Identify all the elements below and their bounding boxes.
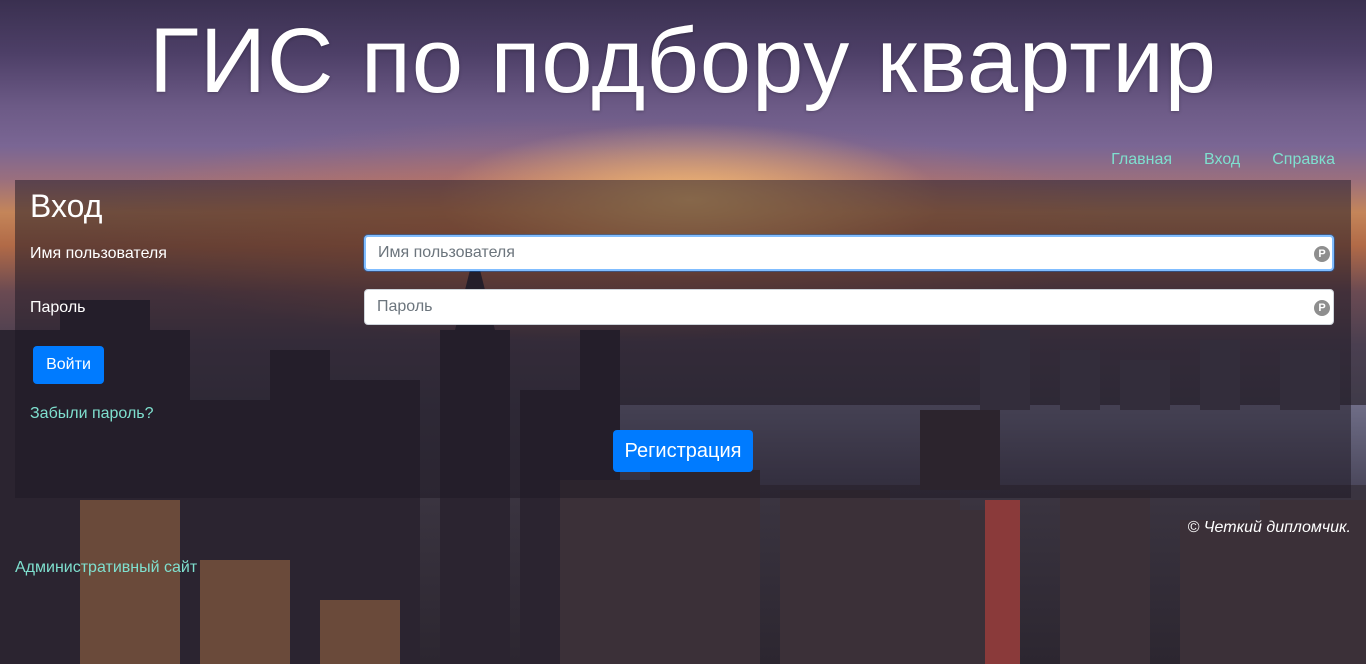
site-title: ГИС по подбору квартир <box>149 10 1217 112</box>
username-label: Имя пользователя <box>30 245 167 262</box>
password-label: Пароль <box>30 299 86 316</box>
password-manager-icon[interactable]: P <box>1314 300 1330 316</box>
nav-item-home[interactable]: Главная <box>1111 150 1172 170</box>
login-panel: Вход Имя пользователя P Пароль P Войти З… <box>15 180 1351 498</box>
login-button[interactable]: Войти <box>33 346 104 384</box>
top-nav: Главная Вход Справка <box>1111 150 1335 170</box>
login-heading: Вход <box>30 188 103 224</box>
nav-item-help[interactable]: Справка <box>1272 150 1335 170</box>
admin-site-link[interactable]: Административный сайт <box>15 558 197 578</box>
password-input[interactable] <box>364 289 1334 325</box>
copyright-text: © Четкий дипломчик. <box>1187 519 1351 536</box>
forgot-password-link[interactable]: Забыли пароль? <box>30 404 154 424</box>
username-input[interactable] <box>364 235 1334 271</box>
password-manager-icon[interactable]: P <box>1314 246 1330 262</box>
nav-item-login[interactable]: Вход <box>1204 150 1240 170</box>
register-button[interactable]: Регистрация <box>613 430 753 472</box>
